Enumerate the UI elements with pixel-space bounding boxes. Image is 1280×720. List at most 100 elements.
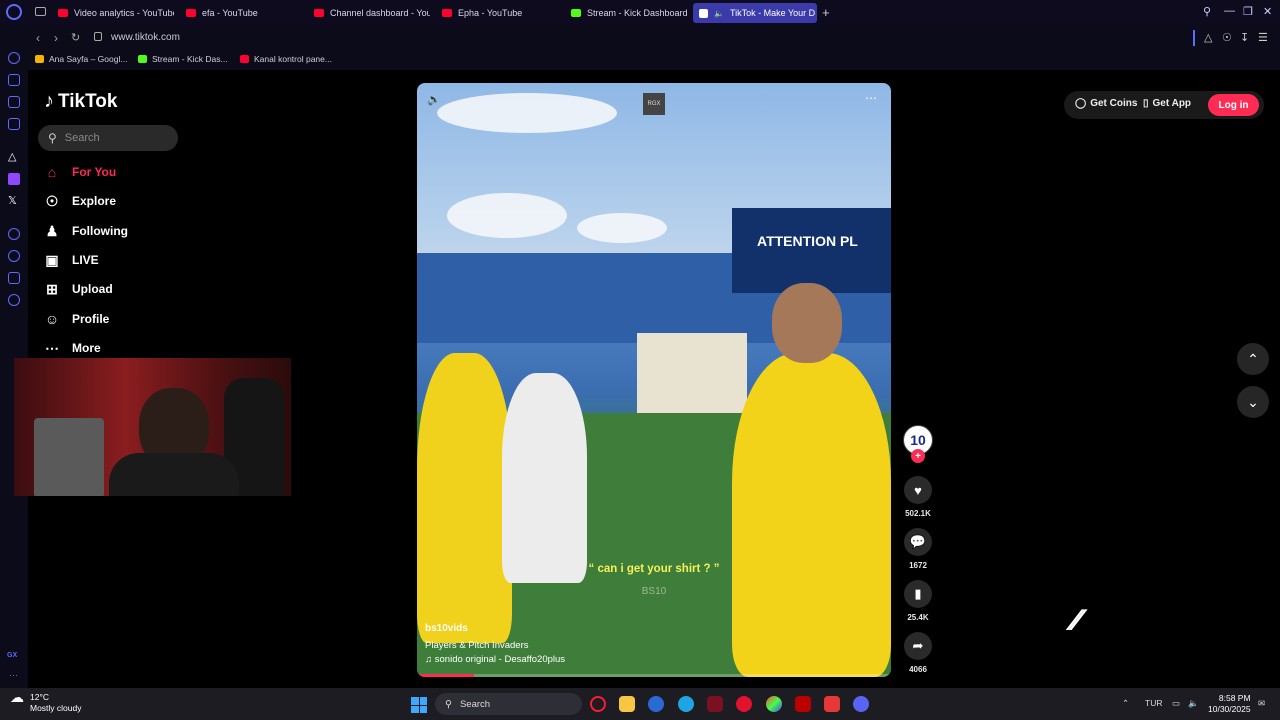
- sidebar-messenger-icon[interactable]: [8, 118, 20, 130]
- get-app-button[interactable]: ▯ Get App: [1143, 98, 1191, 109]
- video-app-icon[interactable]: [795, 696, 811, 712]
- comment-action[interactable]: 💬 1672: [903, 528, 933, 570]
- restore-icon[interactable]: ❐: [1243, 5, 1253, 18]
- comment-icon[interactable]: 💬: [904, 528, 932, 556]
- tray-chevron-icon[interactable]: ⌃: [1122, 698, 1129, 709]
- clock[interactable]: 8:58 PM 10/30/2025: [1208, 693, 1251, 715]
- sidebar-player-icon[interactable]: [8, 228, 20, 240]
- nav-upload[interactable]: ⊞ Upload: [44, 281, 113, 297]
- bookmark-kanal[interactable]: Kanal kontrol pane...: [240, 54, 332, 64]
- download-icon[interactable]: ↧: [1240, 31, 1249, 44]
- discord-icon[interactable]: [853, 696, 869, 712]
- kick-watermark-icon: ∕∕: [1072, 604, 1080, 637]
- tab-efa[interactable]: efa - YouTube: [180, 3, 302, 23]
- opera-gx-taskbar-icon[interactable]: [590, 696, 606, 712]
- profile-icon: ☺: [44, 311, 60, 327]
- video-caption: “ can i get your shirt ? ”: [588, 563, 720, 575]
- search-tabs-icon[interactable]: ⚲: [1203, 5, 1211, 18]
- player-figure: [732, 353, 891, 677]
- record-app-icon[interactable]: [736, 696, 752, 712]
- color-app-icon[interactable]: [766, 696, 782, 712]
- nav-more[interactable]: ⋯ More: [44, 340, 101, 356]
- bookmark-kick[interactable]: Stream - Kick Das...: [138, 54, 228, 64]
- lock-icon: [94, 32, 102, 41]
- video-more-icon[interactable]: ⋯: [865, 91, 877, 105]
- nav-following[interactable]: ♟ Following: [44, 223, 128, 239]
- sidebar-x-icon[interactable]: 𝕏: [8, 194, 17, 207]
- tab-kick-dashboard[interactable]: Stream - Kick Dashboard: [565, 3, 689, 23]
- weather-widget[interactable]: ☁ 12°C Mostly cloudy: [10, 690, 82, 714]
- steam-icon[interactable]: [648, 696, 664, 712]
- bookmark-google[interactable]: Ana Sayfa – Googl...: [35, 54, 127, 64]
- video-music[interactable]: ♫ sonido original - Desaffo20plus: [425, 654, 565, 665]
- music-note-icon: ♫: [425, 654, 435, 665]
- speaker-icon[interactable]: 🔈: [714, 9, 724, 18]
- tab-channel-dashboard[interactable]: Channel dashboard - You: [308, 3, 430, 23]
- reload-icon[interactable]: ↻: [71, 31, 80, 44]
- menu-icon[interactable]: ☰: [1258, 31, 1268, 44]
- get-coins-button[interactable]: ◯ Get Coins: [1075, 98, 1137, 109]
- tab-video-analytics[interactable]: Video analytics - YouTube: [52, 3, 174, 23]
- notification-icon[interactable]: ✉: [1258, 698, 1265, 709]
- file-explorer-icon[interactable]: [619, 696, 635, 712]
- network-icon[interactable]: ▭: [1172, 698, 1180, 709]
- sidebar-translate-icon[interactable]: [8, 74, 20, 86]
- sidebar-history-icon[interactable]: [8, 250, 20, 262]
- share-icon[interactable]: ➦: [904, 632, 932, 660]
- sidebar-settings-icon[interactable]: [8, 294, 20, 306]
- search-input[interactable]: [64, 132, 165, 144]
- close-icon[interactable]: ✕: [1263, 5, 1272, 18]
- nav-profile[interactable]: ☺ Profile: [44, 311, 110, 327]
- account-icon[interactable]: ☉: [1222, 31, 1232, 44]
- url-field[interactable]: www.tiktok.com: [111, 32, 180, 43]
- live-icon: ▣: [45, 251, 59, 268]
- tab-epha[interactable]: Epha - YouTube: [436, 3, 558, 23]
- extensions-icon[interactable]: △: [1204, 31, 1212, 44]
- sidebar-tiktok-icon[interactable]: △: [8, 150, 16, 163]
- like-count: 502.1K: [905, 509, 931, 518]
- heart-icon[interactable]: ♥: [904, 476, 932, 504]
- forward-icon[interactable]: ›: [54, 31, 58, 45]
- rgx-badge: RGX: [643, 93, 665, 115]
- tab-tiktok[interactable]: 🔈 TikTok - Make Your D: [693, 3, 817, 23]
- share-action[interactable]: ➦ 4066: [903, 632, 933, 674]
- mute-icon[interactable]: 🔈: [427, 93, 441, 106]
- sidebar-twitch-icon[interactable]: [8, 173, 20, 185]
- save-action[interactable]: ▮ 25.4K: [903, 580, 933, 622]
- new-tab-plus-icon[interactable]: +: [822, 5, 830, 20]
- follow-plus-icon[interactable]: +: [911, 449, 925, 463]
- search-bar[interactable]: ⚲: [38, 125, 178, 151]
- tiktok-logo[interactable]: ♪ TikTok: [44, 90, 117, 113]
- minimize-icon[interactable]: —: [1224, 5, 1235, 17]
- app-icon[interactable]: [707, 696, 723, 712]
- back-icon[interactable]: ‹: [36, 31, 40, 45]
- like-action[interactable]: ♥ 502.1K: [903, 476, 933, 518]
- video-progress-bar[interactable]: [417, 674, 891, 677]
- bookmark-icon[interactable]: ▮: [904, 580, 932, 608]
- sidebar-extensions-icon[interactable]: [8, 272, 20, 284]
- sidebar-workspace-icon[interactable]: [8, 96, 20, 108]
- tab-menu-icon[interactable]: [35, 7, 46, 16]
- nav-explore[interactable]: ☉ Explore: [44, 193, 116, 209]
- nav-for-you[interactable]: ⌂ For You: [44, 164, 116, 180]
- video-player[interactable]: ATTENTION PL RGX 🔈 ⋯ “ can i get your sh…: [417, 83, 891, 677]
- next-video-button[interactable]: ⌄: [1237, 386, 1269, 418]
- login-button[interactable]: Log in: [1208, 94, 1259, 116]
- nav-live[interactable]: ▣ LIVE: [44, 251, 98, 268]
- video-username[interactable]: bs10vids: [425, 623, 468, 634]
- language-indicator[interactable]: TUR: [1145, 698, 1162, 708]
- sidebar-more-icon[interactable]: ⋯: [9, 670, 18, 681]
- sidebar-gx-icon[interactable]: GX: [7, 652, 17, 659]
- opera-logo-icon[interactable]: [6, 4, 22, 20]
- windows-start-icon[interactable]: [411, 697, 427, 713]
- sidebar-aria-icon[interactable]: [8, 52, 20, 64]
- rewind-app-icon[interactable]: [824, 696, 840, 712]
- windows-taskbar: [0, 688, 1280, 720]
- edge-icon[interactable]: [678, 696, 694, 712]
- stadium-screen: ATTENTION PL: [732, 208, 891, 293]
- taskbar-search[interactable]: ⚲ Search: [435, 693, 582, 715]
- previous-video-button[interactable]: ⌃: [1237, 343, 1269, 375]
- volume-icon[interactable]: 🔈: [1188, 698, 1199, 709]
- phone-icon: ▯: [1143, 98, 1149, 109]
- comment-count: 1672: [909, 561, 927, 570]
